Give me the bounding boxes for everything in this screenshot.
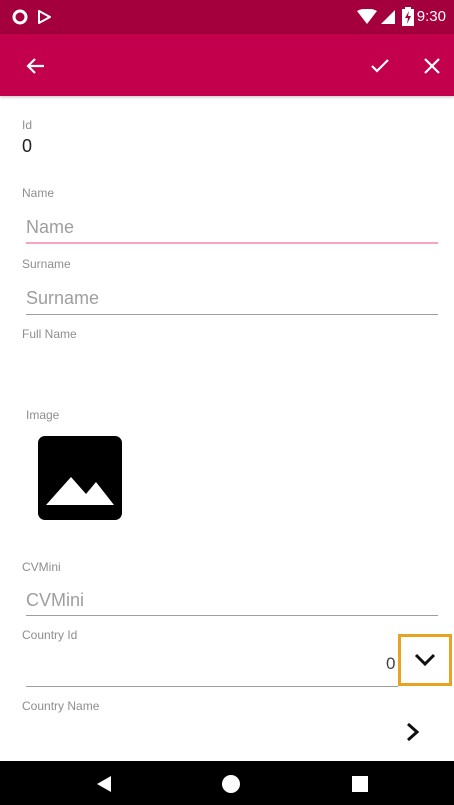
country-id-dropdown-button[interactable] [398, 634, 452, 686]
country-id-label: Country Id [22, 628, 78, 642]
circle-icon [12, 9, 28, 25]
chevron-right-icon[interactable] [402, 720, 422, 744]
name-label: Name [22, 186, 55, 200]
surname-input[interactable]: Surname [26, 288, 99, 309]
surname-underline [26, 314, 438, 315]
cvmini-label: CVMini [22, 560, 61, 574]
arrow-left-icon[interactable] [24, 54, 48, 78]
signal-icon [381, 10, 395, 24]
chevron-down-icon [414, 653, 436, 667]
battery-charging-icon [402, 7, 414, 26]
back-triangle-icon[interactable] [95, 774, 113, 794]
image-label: Image [26, 408, 60, 422]
id-label: Id [22, 118, 33, 132]
image-placeholder-icon[interactable] [38, 436, 122, 520]
country-id-value: 0 [386, 654, 396, 673]
play-store-icon [38, 10, 51, 24]
name-underline [26, 242, 438, 244]
status-time: 9:30 [416, 8, 446, 25]
name-input[interactable]: Name [26, 217, 74, 238]
status-bar: 9:30 [0, 0, 454, 34]
country-id-underline [26, 686, 398, 687]
cvmini-input[interactable]: CVMini [26, 590, 84, 611]
surname-label: Surname [22, 257, 71, 271]
close-icon[interactable] [420, 54, 444, 78]
check-icon[interactable] [368, 54, 392, 78]
recents-square-icon[interactable] [351, 775, 369, 793]
country-name-label: Country Name [22, 699, 100, 713]
cvmini-underline [26, 615, 438, 616]
full-name-label: Full Name [22, 327, 77, 341]
navigation-bar [0, 761, 454, 805]
toolbar [0, 34, 454, 96]
id-value: 0 [22, 136, 33, 156]
home-circle-icon[interactable] [221, 774, 241, 794]
wifi-icon [357, 9, 377, 24]
